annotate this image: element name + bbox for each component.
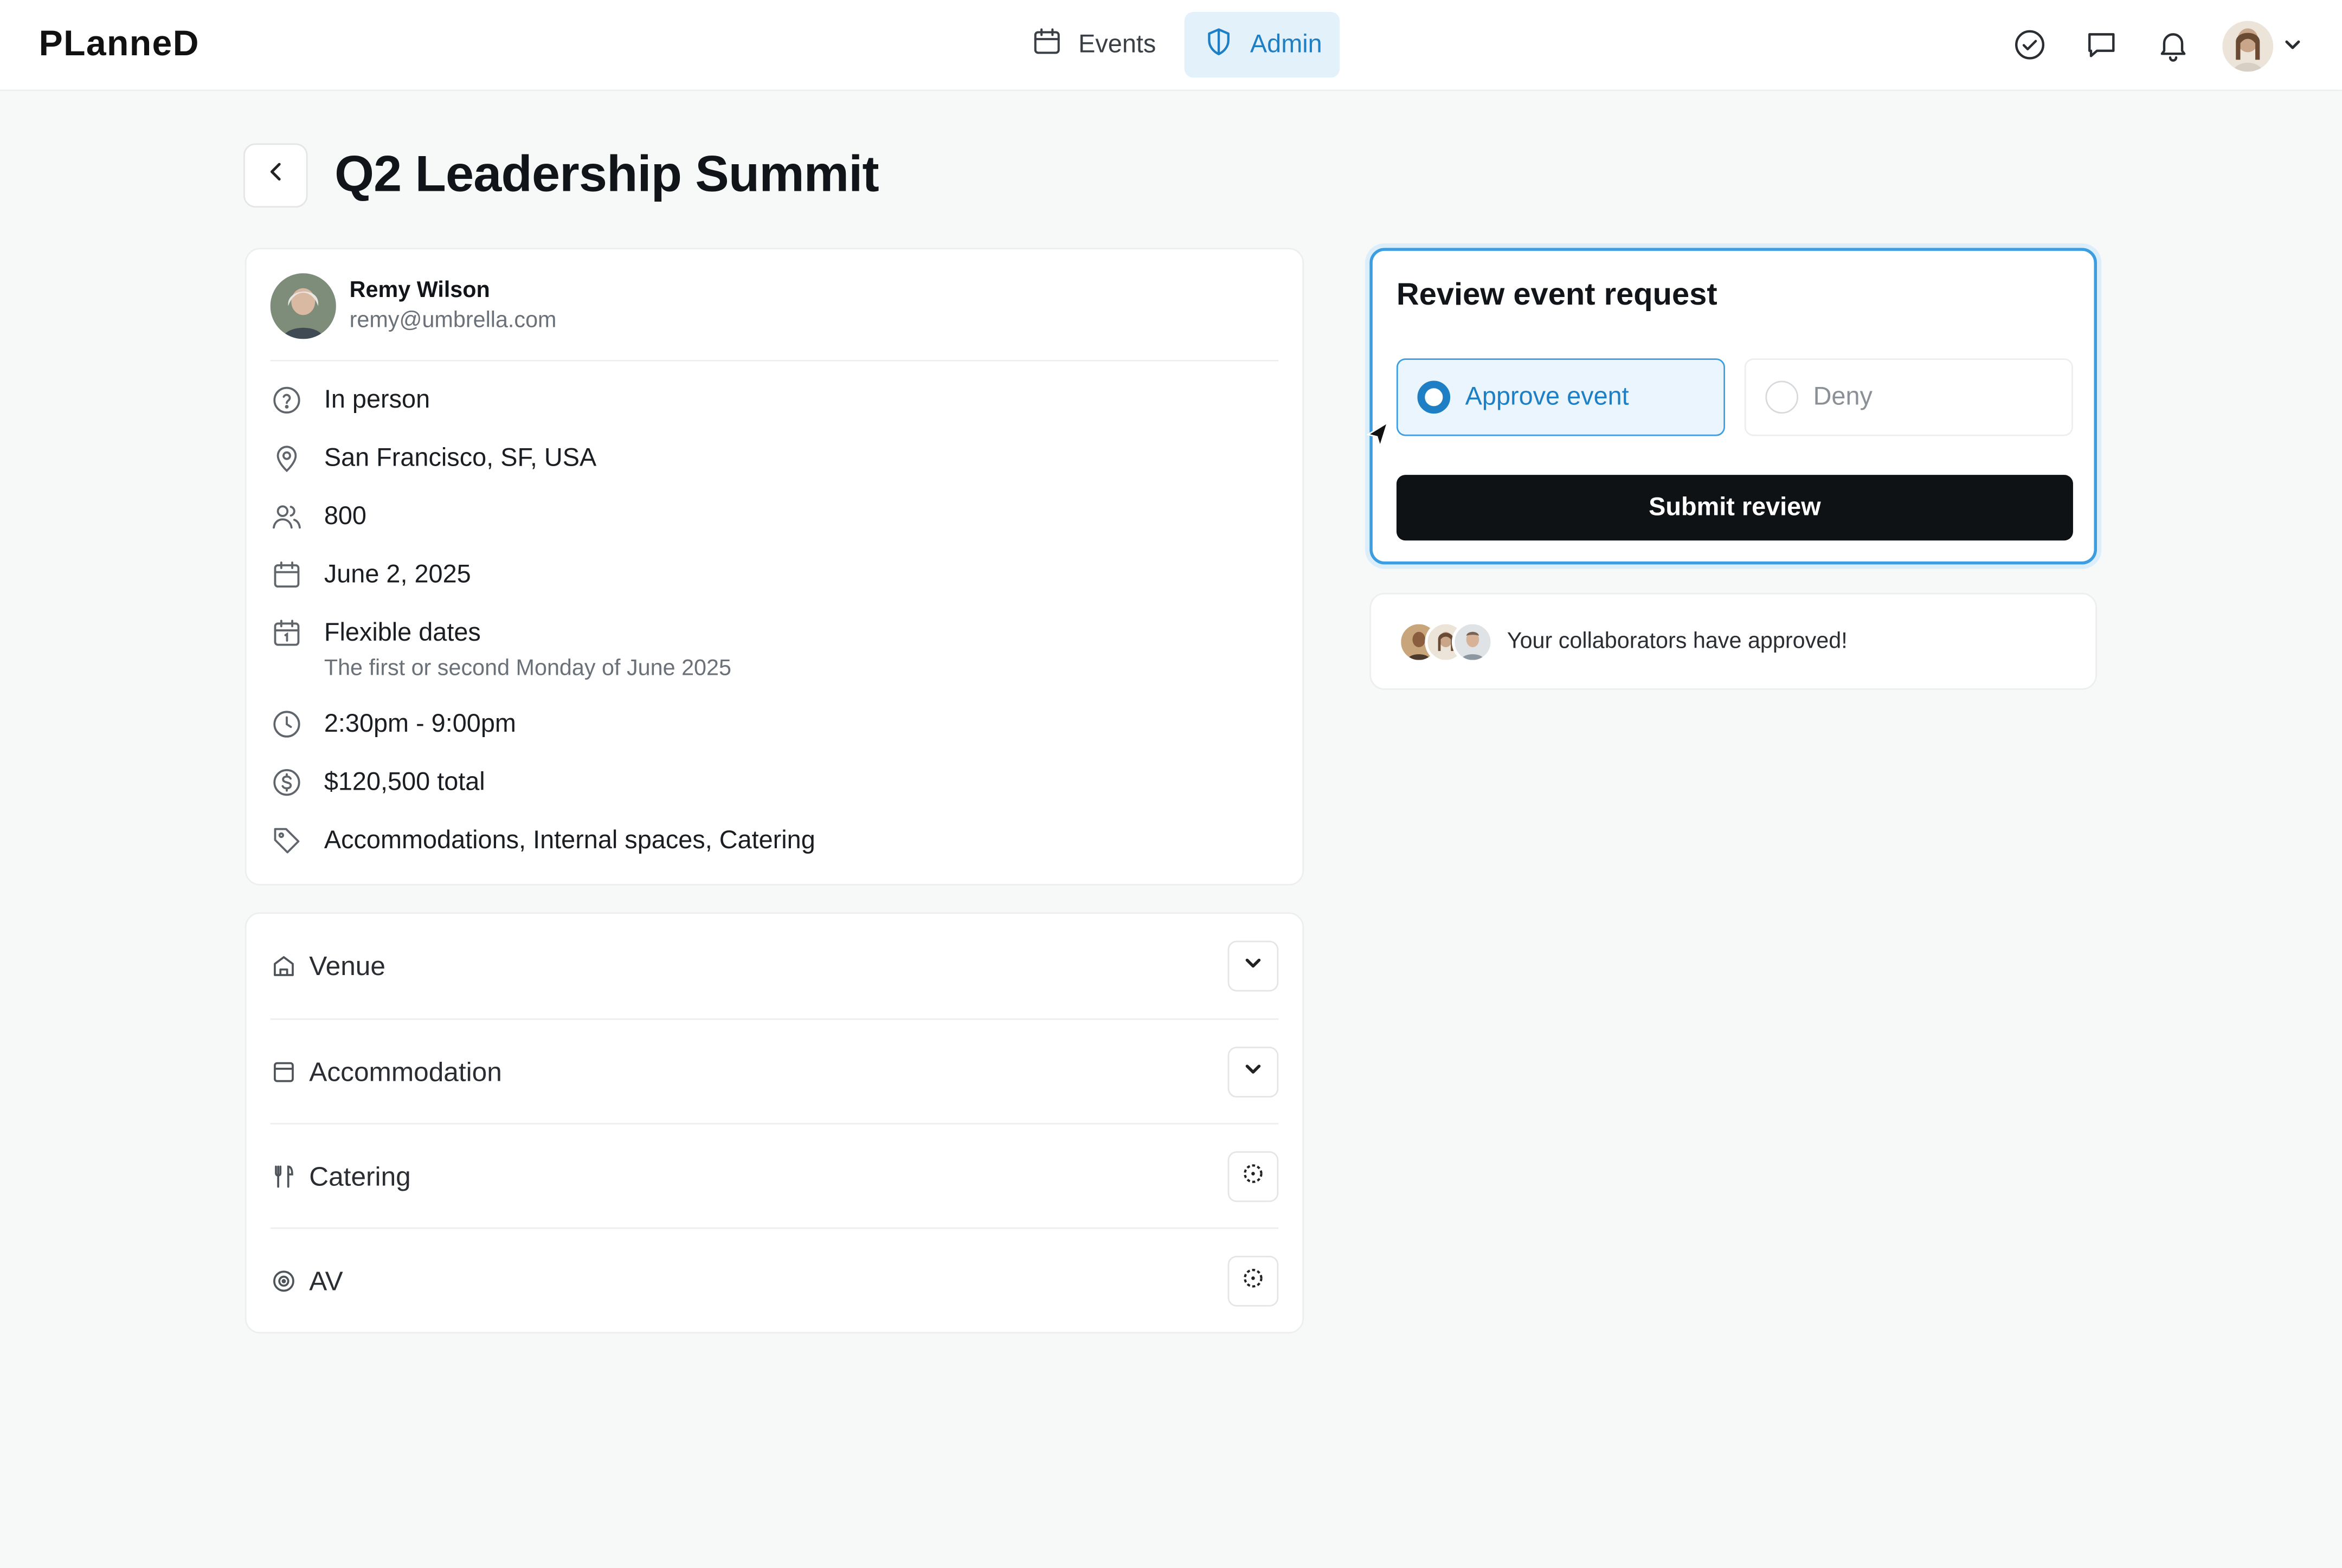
nav-tab-events[interactable]: Events	[1013, 12, 1174, 78]
section-catering[interactable]: Catering	[270, 1122, 1279, 1229]
requester-email: remy@umbrella.com	[349, 307, 557, 333]
detail-budget-text: $120,500 total	[324, 767, 485, 796]
expand-accommodation-button[interactable]	[1227, 1047, 1279, 1098]
calendar-icon	[271, 558, 304, 591]
utensils-icon	[271, 1163, 298, 1190]
page-title: Q2 Leadership Summit	[334, 146, 879, 203]
event-sections-card: Venue Accommodation Catering AV	[245, 912, 1304, 1334]
section-label: AV	[309, 1265, 343, 1295]
submit-review-button[interactable]: Submit review	[1396, 475, 2073, 541]
section-accommodation[interactable]: Accommodation	[270, 1018, 1279, 1125]
detail-format-text: In person	[324, 385, 430, 414]
question-circle-icon	[271, 384, 304, 417]
approve-event-option[interactable]: Approve event	[1396, 358, 1726, 436]
detail-time-text: 2:30pm - 9:00pm	[324, 709, 516, 738]
detail-attendees: 800	[271, 500, 366, 533]
shield-icon	[1202, 24, 1236, 64]
requester-avatar	[270, 273, 336, 339]
detail-time: 2:30pm - 9:00pm	[271, 708, 516, 741]
top-navigation-bar: PLanneD Events Admin	[0, 0, 2342, 92]
divider	[270, 359, 1279, 362]
planned-logo[interactable]: PLanneD	[39, 24, 200, 66]
collaborators-message: Your collaborators have approved!	[1507, 628, 1848, 654]
mouse-cursor-icon	[1366, 421, 1391, 449]
requester-name: Remy Wilson	[349, 278, 490, 304]
section-label: Catering	[309, 1161, 411, 1191]
section-label: Venue	[309, 950, 385, 980]
detail-location: San Francisco, SF, USA	[271, 442, 597, 475]
approve-label: Approve event	[1465, 382, 1629, 411]
review-event-card: Review event request Approve event Deny …	[1369, 248, 2097, 565]
focus-icon	[1241, 1161, 1265, 1192]
detail-format: In person	[271, 384, 430, 417]
app-root: PLanneD Events Admin Q2 Leadership Summi…	[0, 0, 2342, 1568]
requester-info: Remy Wilson remy@umbrella.com	[270, 273, 557, 339]
detail-attendees-text: 800	[324, 501, 367, 531]
tag-icon	[271, 824, 304, 857]
chevron-down-icon[interactable]	[2281, 33, 2305, 57]
map-pin-icon	[271, 442, 304, 475]
section-label: Accommodation	[309, 1056, 502, 1087]
calendar-one-icon	[271, 617, 304, 650]
users-icon	[271, 500, 304, 533]
detail-tags: Accommodations, Internal spaces, Caterin…	[271, 824, 815, 857]
detail-date: June 2, 2025	[271, 558, 471, 591]
bed-icon	[271, 1059, 298, 1086]
back-button[interactable]	[243, 143, 308, 208]
clock-icon	[271, 708, 304, 741]
collaborator-avatars	[1398, 621, 1497, 663]
tasks-check-icon[interactable]	[2012, 27, 2048, 63]
focus-icon	[1241, 1266, 1265, 1297]
collaborators-card: Your collaborators have approved!	[1369, 592, 2097, 690]
detail-date-text: June 2, 2025	[324, 560, 471, 589]
catering-focus-button[interactable]	[1227, 1151, 1279, 1202]
nav-tab-label: Admin	[1250, 30, 1322, 59]
chevron-down-icon	[1241, 1056, 1265, 1088]
home-icon	[271, 953, 298, 980]
detail-flexible-title: Flexible dates	[324, 618, 481, 647]
event-details-card: Remy Wilson remy@umbrella.com In person …	[245, 248, 1304, 886]
detail-location-text: San Francisco, SF, USA	[324, 443, 597, 472]
nav-tab-label: Events	[1078, 30, 1156, 59]
messages-icon[interactable]	[2083, 27, 2119, 63]
av-focus-button[interactable]	[1227, 1255, 1279, 1307]
radio-unselected-icon[interactable]	[1765, 380, 1799, 414]
chevron-down-icon	[1241, 951, 1265, 982]
expand-venue-button[interactable]	[1227, 940, 1279, 992]
detail-flexible-dates: Flexible dates The first or second Monda…	[271, 617, 731, 686]
dollar-circle-icon	[271, 766, 304, 799]
review-title: Review event request	[1396, 278, 1717, 312]
speaker-icon	[271, 1268, 298, 1295]
deny-label: Deny	[1813, 382, 1873, 411]
detail-flexible-note: The first or second Monday of June 2025	[324, 655, 732, 681]
user-avatar[interactable]	[2222, 21, 2274, 72]
section-av[interactable]: AV	[270, 1227, 1279, 1334]
calendar-icon	[1031, 24, 1064, 64]
detail-tags-text: Accommodations, Internal spaces, Caterin…	[324, 825, 815, 854]
notifications-bell-icon[interactable]	[2155, 27, 2191, 63]
radio-selected-icon[interactable]	[1417, 380, 1451, 414]
detail-budget: $120,500 total	[271, 766, 485, 799]
section-venue[interactable]: Venue	[271, 914, 1279, 1018]
chevron-left-icon	[263, 160, 287, 191]
deny-option[interactable]: Deny	[1744, 358, 2073, 436]
collaborator-avatar	[1451, 621, 1494, 663]
nav-tab-admin[interactable]: Admin	[1184, 12, 1340, 78]
